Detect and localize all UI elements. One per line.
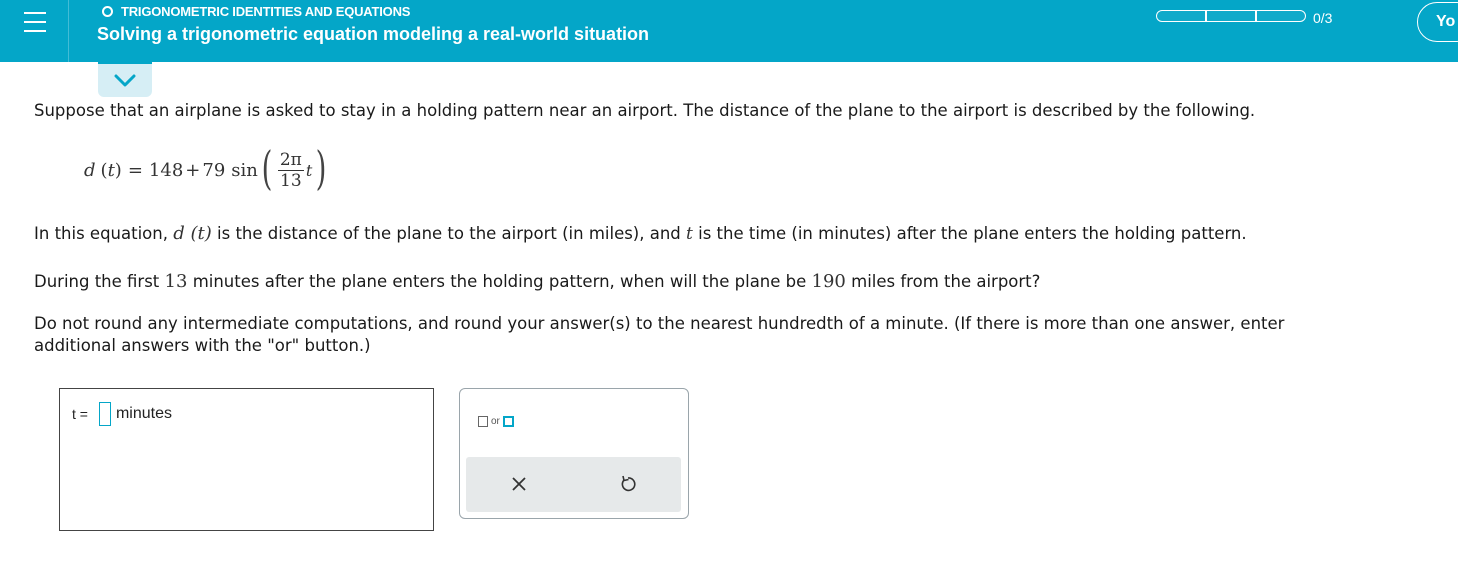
- collapse-toggle[interactable]: [98, 62, 152, 97]
- eq-fraction: 2π 13: [278, 150, 304, 191]
- definition-func: d (t): [173, 223, 212, 244]
- topic-row: TRIGONOMETRIC IDENTITIES AND EQUATIONS: [102, 2, 410, 20]
- header-divider: [68, 0, 69, 62]
- answer-toolbar: or: [459, 388, 689, 519]
- eq-right-paren: ): [315, 141, 327, 195]
- x-icon: [512, 477, 526, 491]
- question-miles-value: 190: [811, 271, 846, 292]
- topic-label: TRIGONOMETRIC IDENTITIES AND EQUATIONS: [121, 3, 411, 19]
- question-part1: During the first: [34, 272, 160, 291]
- or-left-box-icon: [478, 415, 488, 427]
- definition-part2: is the distance of the plane to the airp…: [217, 224, 681, 243]
- undo-icon: [621, 475, 636, 492]
- eq-constant: 148: [148, 159, 184, 181]
- definition-var: t: [686, 224, 693, 244]
- eq-frac-num: 2π: [279, 149, 302, 170]
- equation: d (t) = 148 + 79 sin ( 2π 13 t ): [84, 141, 327, 195]
- eq-sin: sin: [231, 159, 258, 181]
- question-part2: minutes after the plane enters the holdi…: [192, 272, 807, 291]
- lesson-title: Solving a trigonometric equation modelin…: [97, 24, 650, 44]
- or-right-box-icon: [502, 415, 514, 427]
- eq-amplitude: 79: [202, 159, 226, 181]
- instructions-line1: Do not round any intermediate computatio…: [34, 314, 1285, 333]
- question-part3: miles from the airport?: [851, 272, 1041, 291]
- eq-plus: +: [185, 159, 201, 181]
- progress-bar: [1156, 10, 1306, 24]
- progress-count: 0/3: [1313, 10, 1333, 26]
- menu-icon[interactable]: [24, 10, 46, 34]
- progress-segment: [1156, 10, 1206, 22]
- definition-text: In this equation, d (t) is the distance …: [34, 223, 1247, 244]
- eq-lhs-var: t: [107, 159, 115, 181]
- answer-input[interactable]: [98, 402, 111, 426]
- or-button[interactable]: or: [478, 413, 514, 429]
- instructions-line2: additional answers with the "or" button.…: [34, 336, 371, 355]
- clear-button[interactable]: [509, 474, 529, 494]
- progress-segment: [1256, 10, 1306, 22]
- or-label: or: [491, 415, 500, 427]
- eq-frac-den: 13: [278, 169, 304, 191]
- question-text: During the first 13 minutes after the pl…: [34, 271, 1040, 292]
- user-button[interactable]: Yo: [1417, 2, 1458, 42]
- eq-func: d: [84, 159, 96, 181]
- action-bar: [466, 457, 681, 512]
- topic-circle-icon: [102, 5, 113, 17]
- top-header: TRIGONOMETRIC IDENTITIES AND EQUATIONS S…: [0, 0, 1458, 62]
- eq-left-paren: (: [261, 141, 273, 195]
- eq-var: t: [305, 160, 313, 180]
- answer-variable-label: t =: [72, 406, 88, 422]
- answer-row: t = minutes: [72, 402, 172, 426]
- progress-segment: [1206, 10, 1256, 22]
- chevron-down-icon: [114, 74, 136, 87]
- answer-area: t = minutes: [59, 388, 434, 531]
- problem-intro: Suppose that an airplane is asked to sta…: [34, 101, 1256, 120]
- undo-button[interactable]: [618, 474, 638, 494]
- eq-equals: =: [127, 159, 143, 181]
- question-minutes-value: 13: [164, 271, 188, 292]
- definition-part3: is the time (in minutes) after the plane…: [698, 224, 1247, 243]
- answer-unit: minutes: [115, 405, 172, 422]
- definition-part1: In this equation,: [34, 224, 168, 243]
